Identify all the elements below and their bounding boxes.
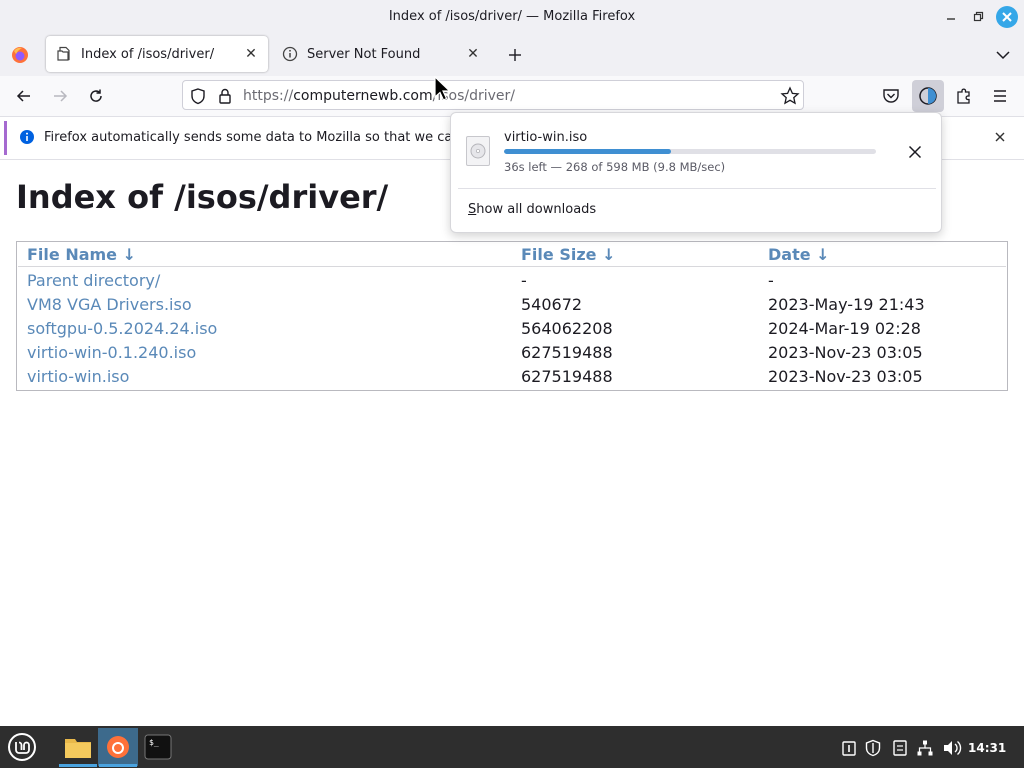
pocket-icon — [883, 89, 899, 103]
file-size: - — [521, 271, 527, 290]
file-link-parent-directory[interactable]: Parent directory/ — [27, 271, 160, 290]
shield-icon — [191, 88, 205, 105]
download-filename[interactable]: virtio-win.iso — [504, 130, 587, 145]
download-status: 36s left — 268 of 598 MB (9.8 MB/sec) — [504, 160, 726, 174]
chevron-down-icon — [996, 51, 1010, 60]
file-date: - — [768, 271, 774, 290]
clipboard-tray-icon[interactable] — [840, 739, 858, 757]
maximize-button[interactable] — [967, 6, 989, 28]
disc-file-icon — [466, 136, 490, 166]
downloads-button[interactable] — [912, 80, 944, 112]
file-size: 627519488 — [521, 367, 613, 386]
info-icon — [19, 129, 35, 145]
network-tray-icon[interactable] — [916, 739, 934, 757]
reload-button[interactable] — [81, 82, 111, 110]
list-all-tabs-button[interactable] — [992, 44, 1014, 66]
column-header-file-size[interactable]: File Size ↓ — [521, 245, 615, 264]
download-progress-fill — [504, 149, 671, 154]
site-info-button[interactable] — [216, 87, 234, 105]
files-taskbar-button[interactable] — [58, 728, 98, 766]
terminal-icon: $_ — [144, 734, 172, 760]
window-title: Index of /isos/driver/ — Mozilla Firefox — [388, 9, 636, 24]
running-indicator — [59, 764, 97, 767]
arrow-right-icon — [54, 90, 68, 102]
app-menu-button[interactable] — [990, 86, 1010, 106]
file-date: 2024-Mar-19 02:28 — [768, 319, 921, 338]
file-link[interactable]: virtio-win-0.1.240.iso — [27, 343, 196, 362]
notes-tray-icon[interactable] — [891, 739, 909, 757]
notification-close-button[interactable] — [990, 127, 1010, 147]
table-header-divider — [18, 266, 1006, 267]
file-date: 2023-Nov-23 03:05 — [768, 367, 923, 386]
clock[interactable]: 14:31 — [968, 741, 1006, 755]
pocket-button[interactable] — [880, 86, 902, 106]
close-icon — [908, 145, 922, 159]
minimize-button[interactable] — [940, 6, 962, 28]
file-size: 564062208 — [521, 319, 613, 338]
mouse-pointer-icon — [434, 75, 452, 106]
tab-server-not-found[interactable]: Server Not Found ✕ — [272, 36, 490, 72]
new-tab-button[interactable] — [504, 44, 526, 66]
star-icon — [780, 86, 800, 105]
download-progress-bar — [504, 149, 876, 154]
linux-mint-logo-icon — [8, 733, 36, 761]
close-icon — [995, 132, 1005, 142]
tab-label: Server Not Found — [307, 46, 421, 62]
firefox-logo-icon — [107, 736, 129, 758]
file-date: 2023-Nov-23 03:05 — [768, 343, 923, 362]
reload-icon — [90, 89, 102, 102]
extensions-button[interactable] — [954, 86, 974, 106]
volume-tray-icon[interactable] — [942, 739, 962, 757]
url-scheme: https:// — [243, 88, 294, 104]
close-icon — [1002, 12, 1012, 22]
file-link[interactable]: virtio-win.iso — [27, 367, 129, 386]
column-header-date[interactable]: Date ↓ — [768, 245, 830, 264]
file-link[interactable]: VM8 VGA Drivers.iso — [27, 295, 192, 314]
tracking-protection-button[interactable] — [189, 87, 207, 105]
terminal-taskbar-button[interactable]: $_ — [138, 728, 178, 766]
download-progress-icon — [919, 87, 937, 105]
column-header-file-name[interactable]: File Name ↓ — [27, 245, 136, 264]
back-button[interactable] — [9, 82, 39, 110]
svg-text:$_: $_ — [149, 738, 159, 747]
restore-icon — [973, 11, 984, 22]
firefox-view-button[interactable] — [10, 45, 30, 65]
info-icon — [282, 46, 298, 62]
plus-icon — [509, 49, 521, 61]
notification-text: Firefox automatically sends some data to… — [44, 130, 490, 145]
bookmark-star-button[interactable] — [780, 86, 800, 106]
folder-icon — [65, 739, 91, 758]
firefox-taskbar-button[interactable] — [98, 728, 138, 766]
arrow-left-icon — [16, 90, 30, 102]
url-text[interactable]: https://computernewb.com/isos/driver/ — [243, 88, 515, 104]
file-link[interactable]: softgpu-0.5.2024.24.iso — [27, 319, 217, 338]
notification-accent — [4, 121, 7, 155]
close-tab-icon[interactable]: ✕ — [240, 46, 262, 62]
page-title: Index of /isos/driver/ — [16, 178, 389, 216]
url-host: computernewb.com — [293, 88, 433, 104]
minimize-icon — [947, 18, 955, 20]
puzzle-icon — [957, 88, 970, 104]
file-date: 2023-May-19 21:43 — [768, 295, 925, 314]
tab-label: Index of /isos/driver/ — [81, 46, 215, 62]
hamburger-menu-icon — [994, 90, 1006, 102]
close-window-button[interactable] — [996, 6, 1018, 28]
tab-index-of-isos-driver[interactable]: Index of /isos/driver/ ✕ — [46, 36, 268, 72]
close-tab-icon[interactable]: ✕ — [462, 46, 484, 62]
lock-icon — [219, 88, 231, 104]
cancel-download-button[interactable] — [902, 139, 928, 165]
show-all-downloads-button[interactable]: Show all downloads — [468, 202, 596, 217]
downloads-panel-divider — [458, 188, 936, 189]
folder-page-icon — [56, 46, 72, 62]
firefox-logo-icon — [12, 47, 28, 63]
shield-tray-icon[interactable] — [864, 739, 882, 757]
start-menu-button[interactable] — [4, 728, 40, 766]
file-size: 540672 — [521, 295, 583, 314]
forward-button[interactable] — [45, 82, 75, 110]
show-all-downloads-label: how all downloads — [476, 202, 597, 217]
running-indicator — [99, 764, 137, 767]
file-size: 627519488 — [521, 343, 613, 362]
